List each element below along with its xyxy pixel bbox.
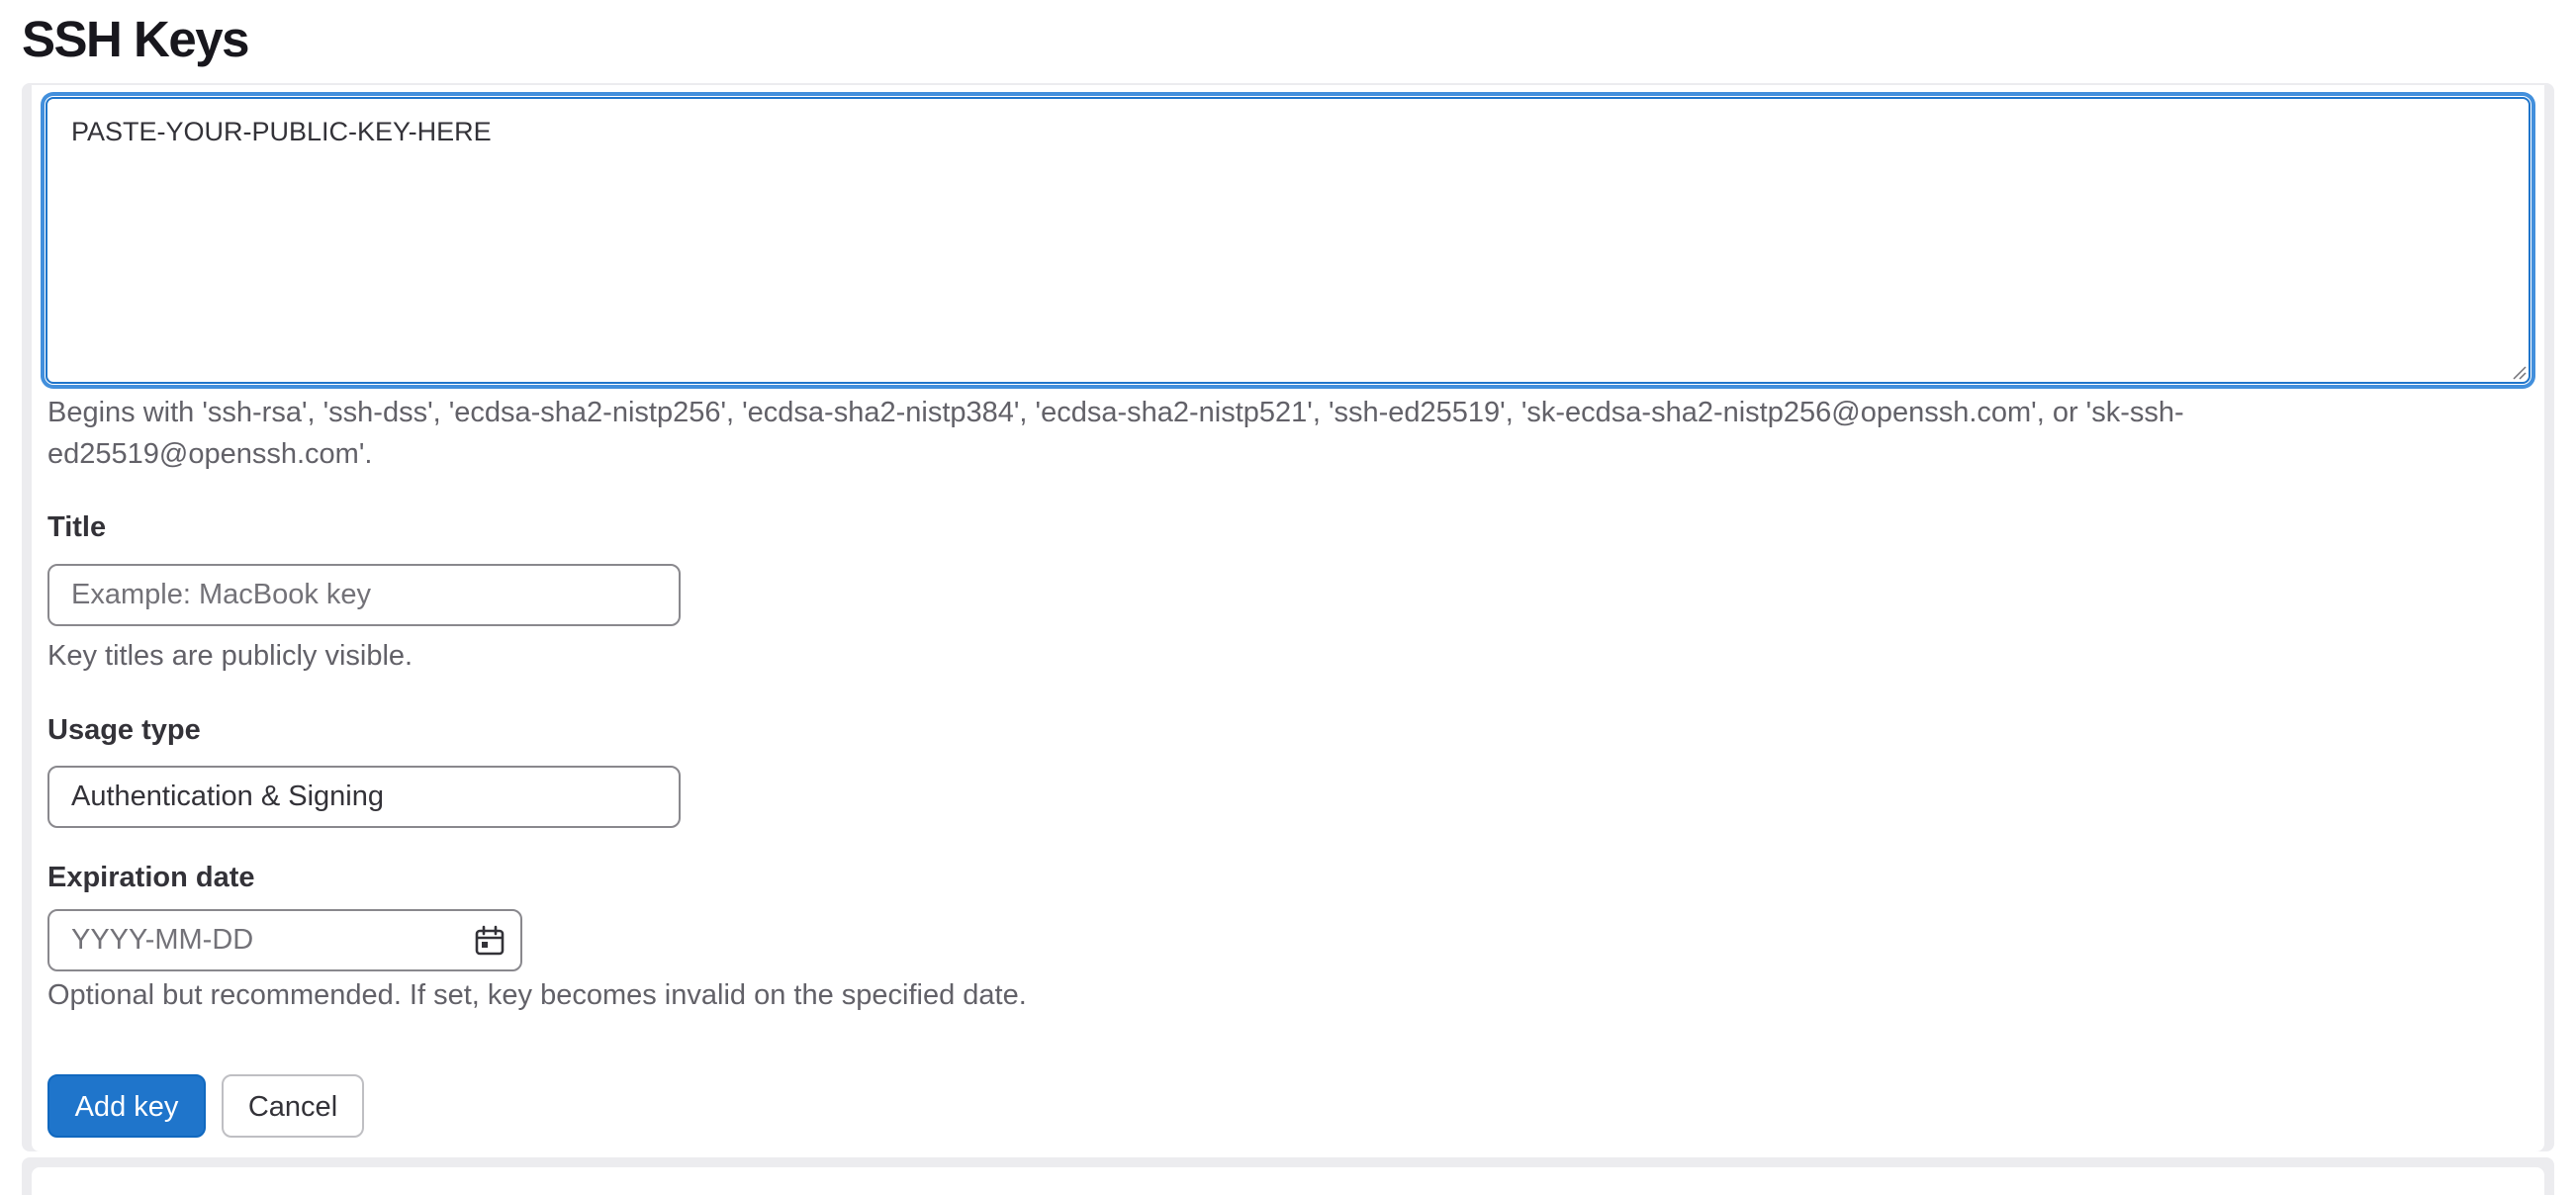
expiration-date-label: Expiration date [47,862,255,893]
usage-type-label: Usage type [47,714,201,746]
cancel-button[interactable]: Cancel [222,1074,364,1138]
key-textarea[interactable]: PASTE-YOUR-PUBLIC-KEY-HERE [46,97,2530,384]
title-help-text: Key titles are publicly visible. [47,640,414,672]
ssh-keys-list-panel [22,1157,2554,1195]
expiration-date-input[interactable] [47,909,522,971]
calendar-icon[interactable] [474,925,506,957]
key-help-line-2: ed25519@openssh.com'. [47,438,373,470]
title-input[interactable] [47,564,681,626]
ssh-keys-page: SSH Keys PASTE-YOUR-PUBLIC-KEY-HERE Begi… [0,0,2576,1195]
expiration-help-text: Optional but recommended. If set, key be… [47,979,1027,1011]
usage-type-selected-value: Authentication & Signing [71,781,384,812]
usage-type-select[interactable]: Authentication & Signing [47,766,681,828]
key-help-text: Begins with 'ssh-rsa', 'ssh-dss', 'ecdsa… [47,392,2184,475]
add-key-button[interactable]: Add key [47,1074,206,1138]
title-label: Title [47,511,107,543]
page-title: SSH Keys [22,11,249,67]
ssh-keys-list-panel-body [32,1167,2544,1195]
key-help-line-1: Begins with 'ssh-rsa', 'ssh-dss', 'ecdsa… [47,397,2184,428]
